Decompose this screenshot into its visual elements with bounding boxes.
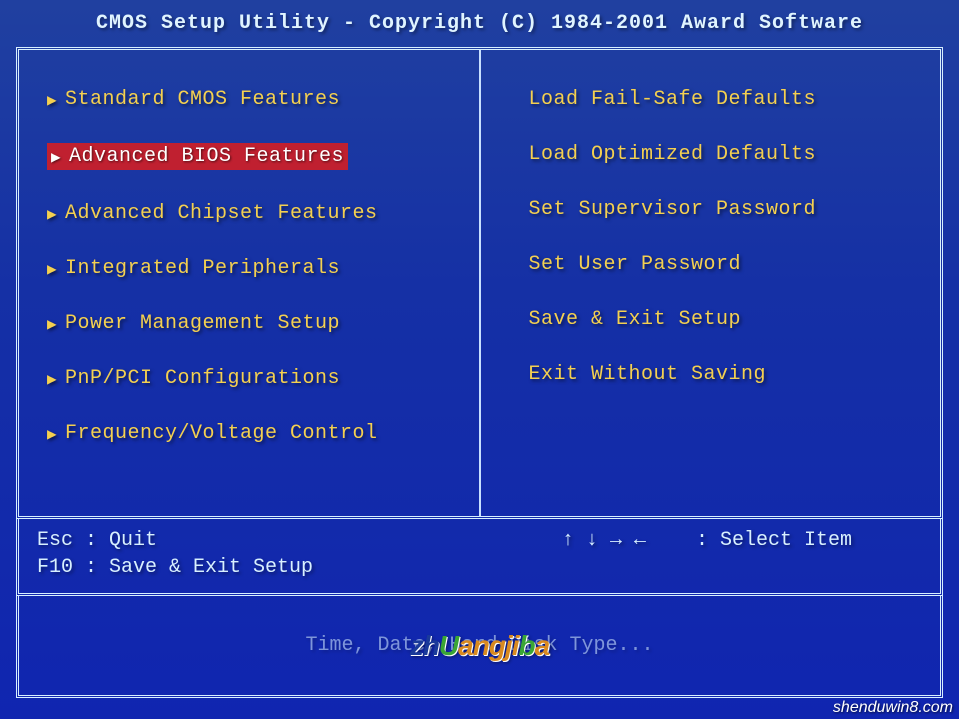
- menu-advanced-chipset[interactable]: ▶ Advanced Chipset Features: [47, 202, 451, 225]
- menu-save-exit[interactable]: Save & Exit Setup: [509, 308, 913, 331]
- menu-label: Set Supervisor Password: [529, 198, 817, 221]
- menu-label: Set User Password: [529, 253, 742, 276]
- menu-label: Save & Exit Setup: [529, 308, 742, 331]
- help-left: Esc : Quit F10 : Save & Exit Setup: [37, 529, 313, 583]
- triangle-right-icon: ▶: [47, 369, 65, 389]
- help-f10: F10 : Save & Exit Setup: [37, 556, 313, 579]
- help-right: ↑ ↓ → ← : Select Item: [562, 529, 912, 583]
- arrow-keys-icon: ↑ ↓ → ←: [562, 529, 646, 552]
- menu-label: Advanced Chipset Features: [65, 202, 378, 225]
- triangle-right-icon: ▶: [47, 424, 65, 444]
- menu-label: Integrated Peripherals: [65, 257, 340, 280]
- help-bar: Esc : Quit F10 : Save & Exit Setup ↑ ↓ →…: [16, 519, 943, 596]
- menu-standard-cmos[interactable]: ▶ Standard CMOS Features: [47, 88, 451, 111]
- menu-label: PnP/PCI Configurations: [65, 367, 340, 390]
- triangle-right-icon: ▶: [47, 259, 65, 279]
- menu-frequency-voltage[interactable]: ▶ Frequency/Voltage Control: [47, 422, 451, 445]
- triangle-right-icon: ▶: [47, 204, 65, 224]
- watermark-logo-icon: zhUangjiba: [410, 630, 549, 662]
- menu-load-failsafe[interactable]: Load Fail-Safe Defaults: [509, 88, 913, 111]
- status-line-frame: Time, Date, Hard Disk Type... zhUangjiba: [16, 596, 943, 698]
- menu-load-optimized[interactable]: Load Optimized Defaults: [509, 143, 913, 166]
- menu-label: Standard CMOS Features: [65, 88, 340, 111]
- right-menu-column: Load Fail-Safe Defaults Load Optimized D…: [481, 50, 941, 516]
- help-select-item: : Select Item: [696, 529, 852, 552]
- menu-label: Load Optimized Defaults: [529, 143, 817, 166]
- bios-setup-screen: CMOS Setup Utility - Copyright (C) 1984-…: [0, 0, 959, 719]
- menu-label: Advanced BIOS Features: [69, 145, 344, 168]
- menu-supervisor-password[interactable]: Set Supervisor Password: [509, 198, 913, 221]
- menu-pnp-pci[interactable]: ▶ PnP/PCI Configurations: [47, 367, 451, 390]
- menu-exit-no-save[interactable]: Exit Without Saving: [509, 363, 913, 386]
- title-bar: CMOS Setup Utility - Copyright (C) 1984-…: [8, 8, 951, 47]
- main-menu-frame: ▶ Standard CMOS Features ▶ Advanced BIOS…: [16, 47, 943, 519]
- watermark-text: shenduwin8.com: [833, 699, 953, 717]
- menu-label: Power Management Setup: [65, 312, 340, 335]
- menu-label: Exit Without Saving: [529, 363, 767, 386]
- triangle-right-icon: ▶: [51, 147, 69, 167]
- help-esc: Esc : Quit: [37, 529, 313, 552]
- triangle-right-icon: ▶: [47, 314, 65, 334]
- triangle-right-icon: ▶: [47, 90, 65, 110]
- menu-advanced-bios[interactable]: ▶ Advanced BIOS Features: [47, 143, 348, 170]
- menu-label: Frequency/Voltage Control: [65, 422, 378, 445]
- menu-label: Load Fail-Safe Defaults: [529, 88, 817, 111]
- menu-user-password[interactable]: Set User Password: [509, 253, 913, 276]
- left-menu-column: ▶ Standard CMOS Features ▶ Advanced BIOS…: [19, 50, 481, 516]
- menu-integrated-peripherals[interactable]: ▶ Integrated Peripherals: [47, 257, 451, 280]
- menu-power-management[interactable]: ▶ Power Management Setup: [47, 312, 451, 335]
